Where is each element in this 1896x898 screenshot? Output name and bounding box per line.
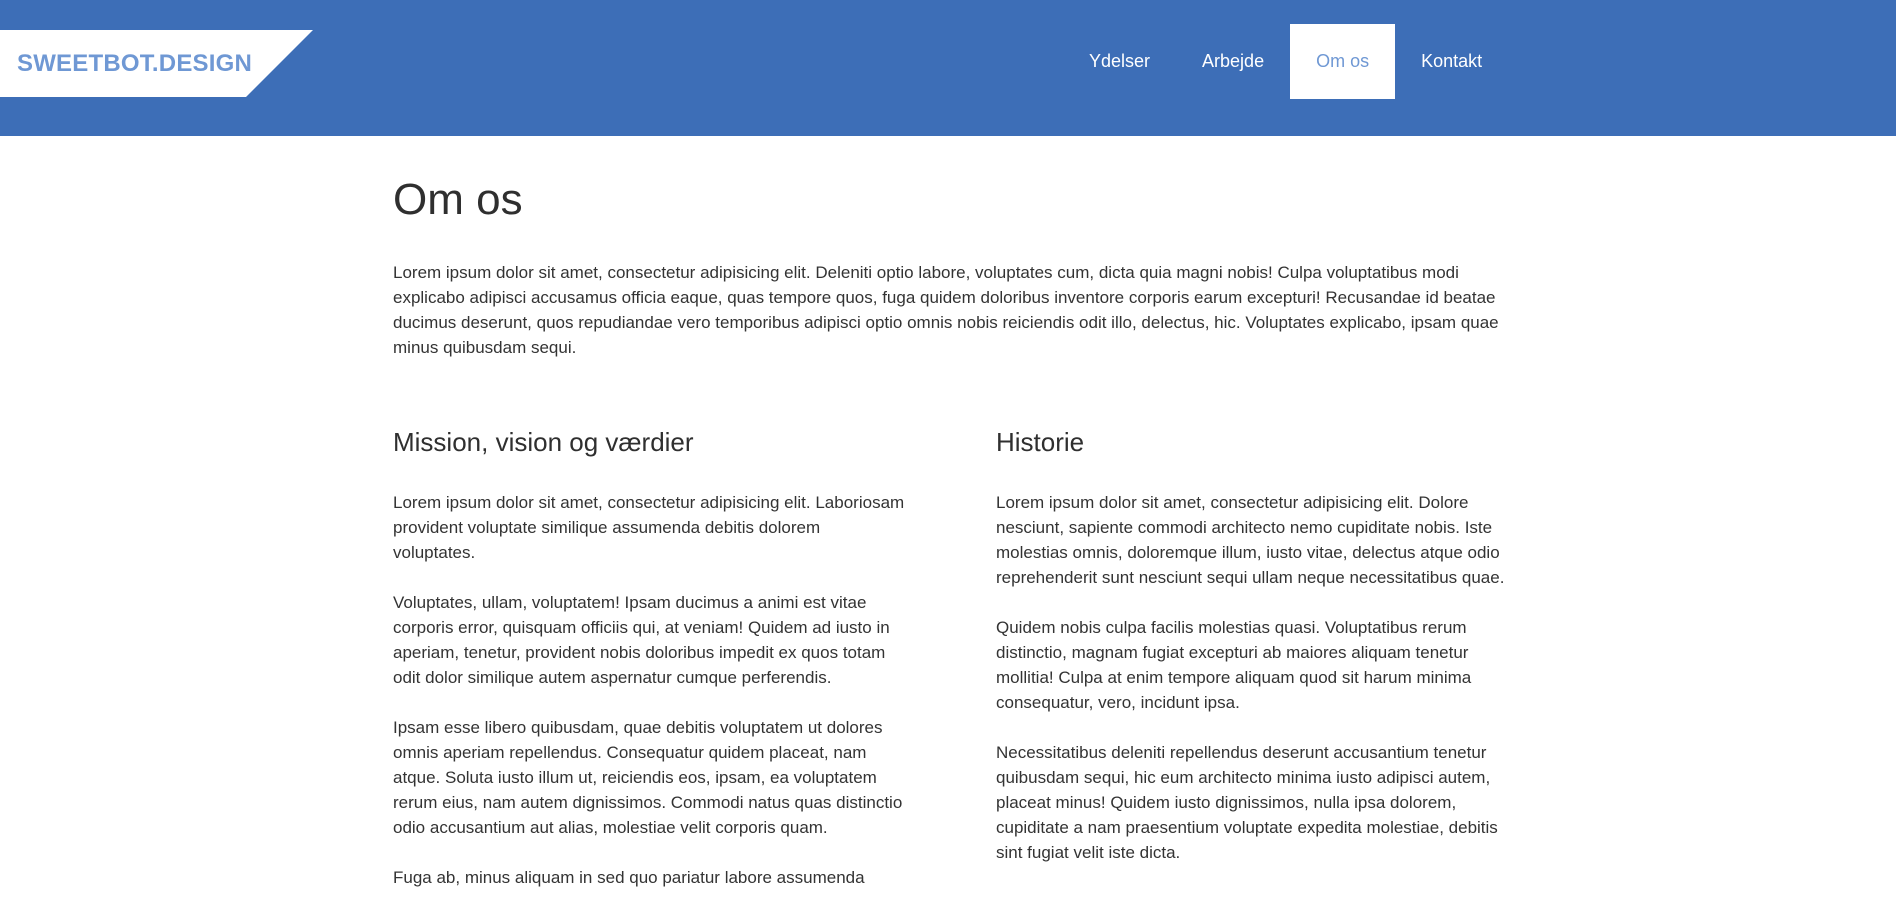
site-header: SWEETBOT.DESIGN Ydelser Arbejde Om os Ko… [0, 0, 1896, 136]
mission-paragraph: Voluptates, ullam, voluptatem! Ipsam duc… [393, 593, 890, 687]
nav-item-kontakt[interactable]: Kontakt [1395, 24, 1508, 99]
history-section: Historie Lorem ipsum dolor sit amet, con… [996, 426, 1508, 865]
nav-item-om-os[interactable]: Om os [1290, 24, 1396, 99]
mission-section: Mission, vision og værdier Lorem ipsum d… [393, 426, 905, 890]
logo-text: SWEETBOT.DESIGN [17, 50, 253, 77]
nav-item-arbejde[interactable]: Arbejde [1176, 24, 1290, 99]
intro-paragraph: Lorem ipsum dolor sit amet, consectetur … [393, 263, 1499, 357]
logo[interactable]: SWEETBOT.DESIGN [0, 30, 313, 97]
mission-paragraph: Fuga ab, minus aliquam in sed quo pariat… [393, 868, 865, 887]
history-paragraph: Lorem ipsum dolor sit amet, consectetur … [996, 493, 1505, 587]
nav-item-ydelser[interactable]: Ydelser [1063, 24, 1176, 99]
mission-paragraph: Ipsam esse libero quibusdam, quae debiti… [393, 718, 903, 837]
history-paragraph: Necessitatibus deleniti repellendus dese… [996, 743, 1498, 862]
mission-heading: Mission, vision og værdier [393, 427, 694, 457]
page-title: Om os [393, 175, 523, 224]
history-heading: Historie [996, 427, 1085, 457]
main-nav: Ydelser Arbejde Om os Kontakt [1063, 24, 1508, 99]
history-paragraph: Quidem nobis culpa facilis molestias qua… [996, 618, 1472, 712]
mission-paragraph: Lorem ipsum dolor sit amet, consectetur … [393, 493, 905, 562]
